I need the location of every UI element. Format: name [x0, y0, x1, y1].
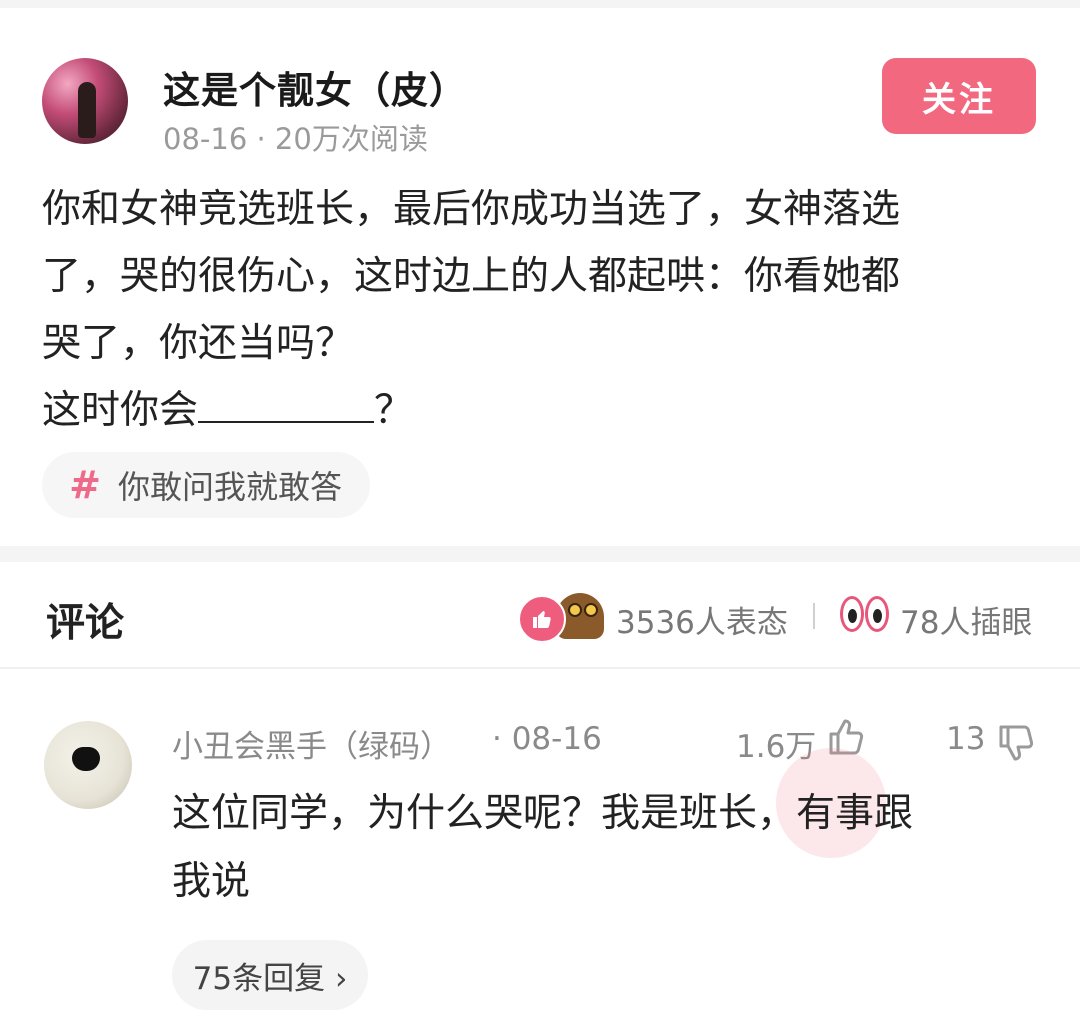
eyes-icon	[840, 596, 892, 636]
post-line-suffix: ？	[374, 388, 414, 433]
section-divider	[0, 546, 1080, 562]
thumb-down-icon[interactable]	[996, 722, 1038, 764]
top-divider	[0, 0, 1080, 8]
eyes-count[interactable]: 78人插眼	[900, 597, 1032, 642]
follow-button[interactable]: 关注	[882, 58, 1036, 134]
post-line-prefix: 这时你会	[42, 388, 199, 433]
post-meta: 08-16 · 20万次阅读	[163, 122, 428, 156]
divider	[0, 667, 1080, 669]
post-line: 了，哭的很伤心，这时边上的人都起哄：你看她都	[42, 254, 901, 299]
topic-chip[interactable]: # 你敢问我就敢答	[42, 452, 370, 518]
comment-text: 这位同学，为什么哭呢？我是班长，有事跟 我说	[172, 780, 1032, 916]
post-line: 你和女神竞选班长，最后你成功当选了，女神落选	[42, 187, 901, 232]
topic-label: 你敢问我就敢答	[118, 468, 343, 506]
fill-in-blank	[198, 377, 375, 423]
replies-button[interactable]: 75条回复 ›	[172, 940, 368, 1010]
comment-line: 我说	[172, 859, 251, 904]
comment-date: · 08-16	[492, 721, 602, 757]
separator	[813, 603, 815, 629]
dislike-count: 13	[946, 721, 986, 757]
commenter-name[interactable]: 小丑会黑手（绿码）	[172, 721, 451, 766]
author-avatar[interactable]	[42, 58, 128, 144]
comment-line: 这位同学，为什么哭呢？我是班长，有事跟	[172, 791, 914, 836]
reactions-count[interactable]: 3536人表态	[616, 597, 788, 642]
thumbs-up-icon	[518, 595, 566, 643]
comments-title: 评论	[46, 601, 125, 646]
post-body: 你和女神竞选班长，最后你成功当选了，女神落选 了，哭的很伤心，这时边上的人都起哄…	[42, 176, 1032, 444]
post-line-last: 这时你会 ？	[42, 377, 1032, 444]
author-name[interactable]: 这是个靓女（皮）	[163, 60, 467, 114]
post-line: 哭了，你还当吗？	[42, 321, 355, 366]
commenter-avatar[interactable]	[44, 721, 132, 809]
hashtag-icon: #	[69, 463, 101, 507]
